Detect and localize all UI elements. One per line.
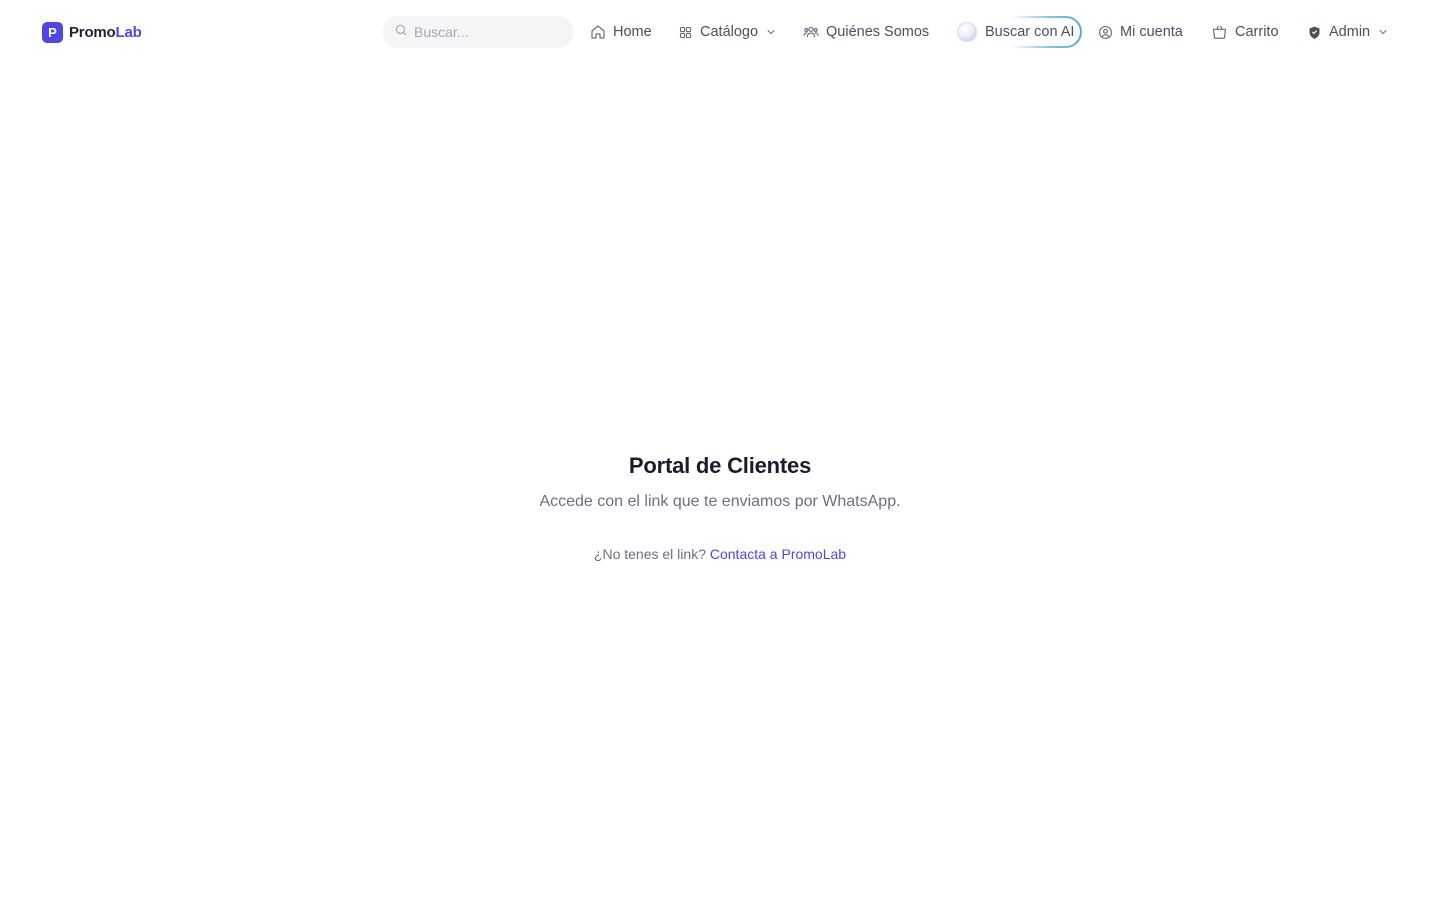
page-title: Portal de Clientes bbox=[628, 453, 812, 478]
search-box[interactable] bbox=[382, 16, 574, 48]
nav-cart-label: Carrito bbox=[1235, 24, 1279, 40]
chevron-down-icon bbox=[765, 26, 777, 38]
home-icon bbox=[590, 24, 606, 40]
nav-admin[interactable]: Admin bbox=[1307, 20, 1389, 44]
nav-home[interactable]: Home bbox=[590, 20, 652, 44]
nav-admin-label: Admin bbox=[1329, 24, 1371, 40]
shopping-bag-icon bbox=[1211, 24, 1228, 40]
client-portal-panel: Portal de Clientes Accede con el link qu… bbox=[0, 450, 1440, 564]
search-input[interactable] bbox=[414, 24, 564, 40]
chevron-down-icon bbox=[1377, 26, 1389, 38]
brand-logo-link[interactable]: P PromoLab bbox=[42, 22, 142, 43]
brand-name-part1: Promo bbox=[69, 24, 116, 41]
user-circle-icon bbox=[1098, 25, 1113, 40]
help-text: ¿No tenes el link? bbox=[593, 546, 706, 562]
ai-search-label: Buscar con AI bbox=[985, 24, 1075, 40]
brand-name: PromoLab bbox=[69, 24, 142, 41]
top-navbar: P PromoLab Home Catálogo Quiénes Somos B… bbox=[0, 0, 1440, 64]
brand-name-part2: Lab bbox=[115, 24, 142, 41]
ai-search-button[interactable]: Buscar con AI bbox=[952, 16, 1082, 48]
page-subtitle: Accede con el link que te enviamos por W… bbox=[539, 493, 901, 510]
ai-orb-icon bbox=[957, 22, 977, 42]
nav-catalog-label: Catálogo bbox=[700, 24, 759, 40]
help-line: ¿No tenes el link? Contacta a PromoLab bbox=[0, 544, 1440, 564]
brand-logo-mark: P bbox=[42, 22, 63, 43]
nav-about[interactable]: Quiénes Somos bbox=[803, 20, 929, 44]
nav-about-label: Quiénes Somos bbox=[826, 24, 930, 40]
shield-icon bbox=[1307, 25, 1322, 40]
search-icon bbox=[394, 23, 408, 42]
nav-account-label: Mi cuenta bbox=[1120, 24, 1183, 40]
users-icon bbox=[803, 24, 819, 40]
nav-catalog[interactable]: Catálogo bbox=[678, 20, 777, 44]
nav-account[interactable]: Mi cuenta bbox=[1098, 20, 1183, 44]
contact-link[interactable]: Contacta a PromoLab bbox=[710, 546, 846, 562]
nav-cart[interactable]: Carrito bbox=[1211, 20, 1279, 44]
grid-icon bbox=[678, 25, 693, 40]
nav-home-label: Home bbox=[613, 24, 652, 40]
